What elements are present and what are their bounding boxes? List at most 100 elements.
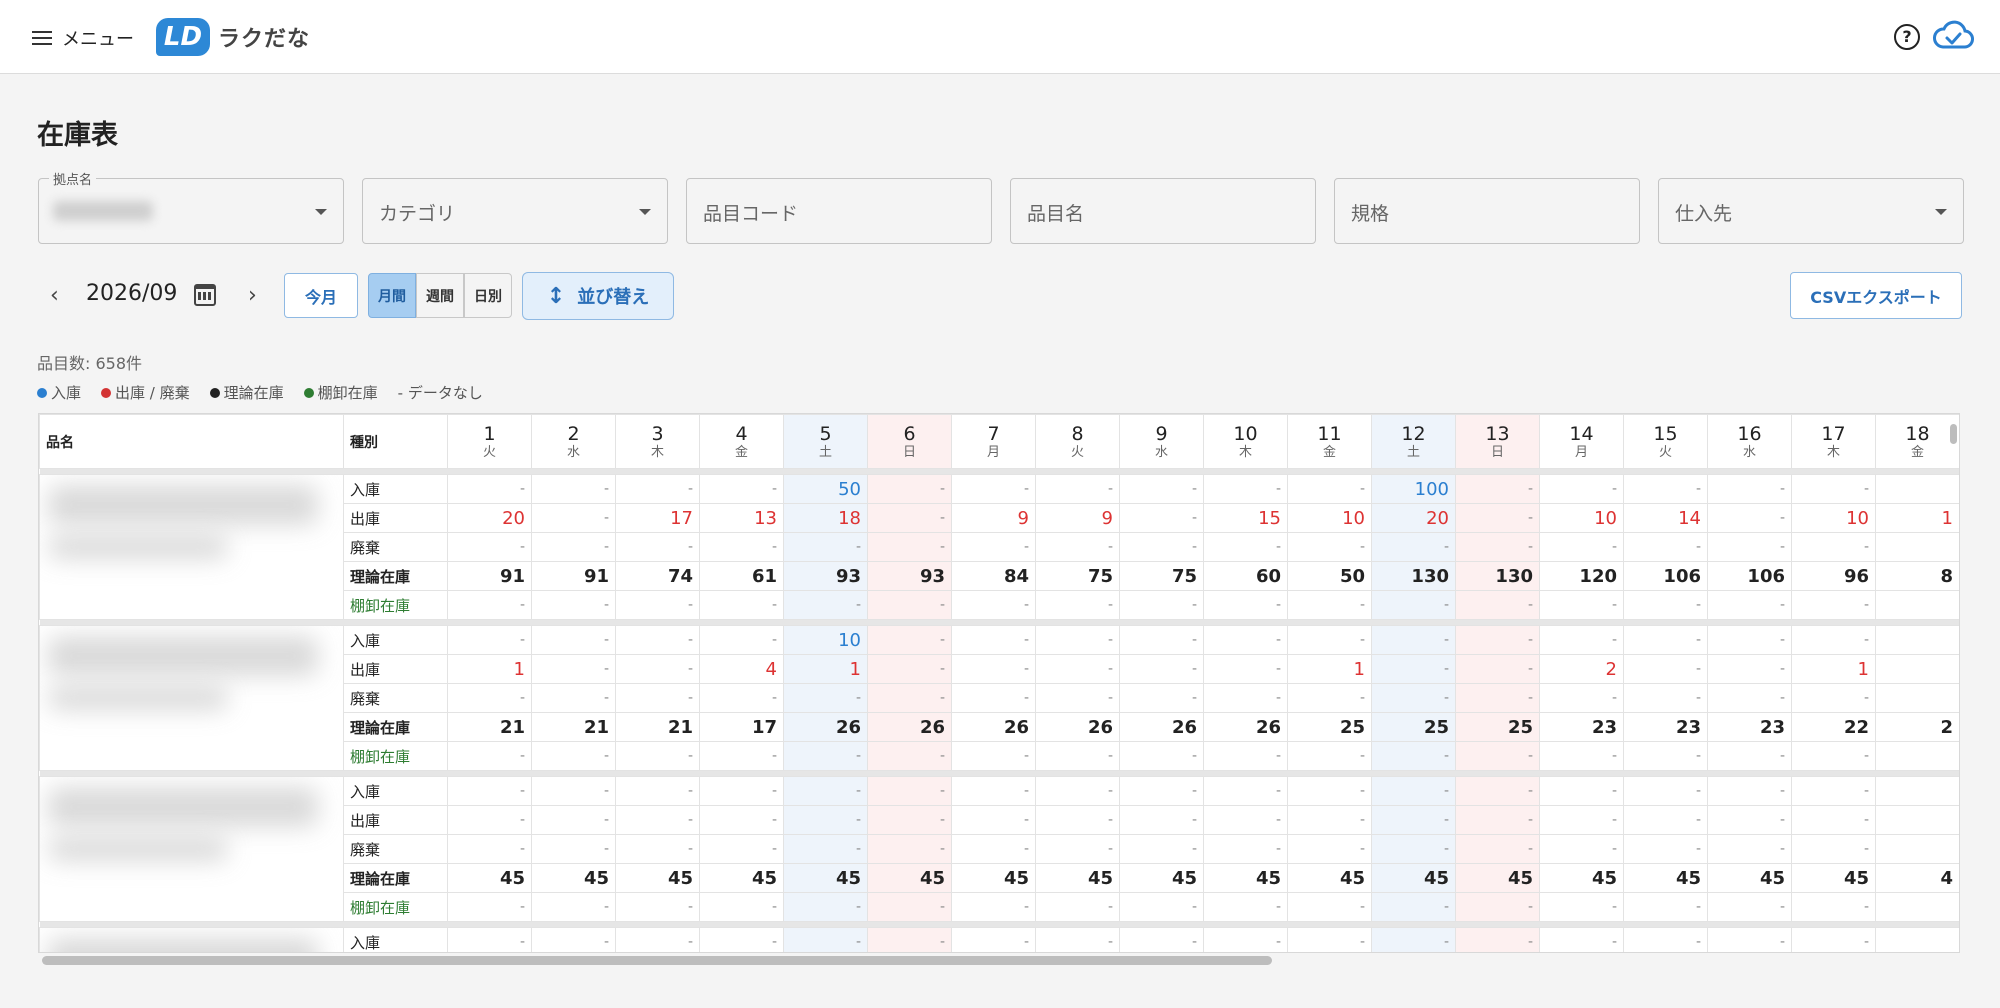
value-cell[interactable]: -: [1707, 654, 1792, 684]
value-cell[interactable]: -: [1707, 892, 1792, 922]
value-cell[interactable]: -: [1539, 474, 1624, 504]
value-cell[interactable]: -: [1791, 927, 1876, 952]
value-cell[interactable]: -: [1287, 805, 1372, 835]
value-cell[interactable]: -: [615, 532, 700, 562]
value-cell[interactable]: -: [1455, 683, 1540, 713]
spec-input[interactable]: 規格: [1334, 178, 1640, 244]
value-cell[interactable]: -: [531, 474, 616, 504]
value-cell[interactable]: -: [1791, 776, 1876, 806]
value-cell[interactable]: 50: [1287, 561, 1372, 591]
value-cell[interactable]: 50: [783, 474, 868, 504]
value-cell[interactable]: -: [531, 683, 616, 713]
value-cell[interactable]: -: [1035, 474, 1120, 504]
value-cell[interactable]: -: [1539, 927, 1624, 952]
value-cell[interactable]: -: [1287, 741, 1372, 771]
value-cell[interactable]: -: [1455, 532, 1540, 562]
value-cell[interactable]: 26: [951, 712, 1036, 742]
value-cell[interactable]: 9: [951, 503, 1036, 533]
value-cell[interactable]: -: [1791, 590, 1876, 620]
value-cell[interactable]: -: [867, 654, 952, 684]
value-cell[interactable]: [1875, 927, 1959, 952]
value-cell[interactable]: -: [1035, 834, 1120, 864]
value-cell[interactable]: -: [531, 590, 616, 620]
value-cell[interactable]: 26: [867, 712, 952, 742]
value-cell[interactable]: -: [867, 741, 952, 771]
value-cell[interactable]: -: [1707, 834, 1792, 864]
value-cell[interactable]: 60: [1203, 561, 1288, 591]
value-cell[interactable]: -: [1119, 776, 1204, 806]
value-cell[interactable]: -: [699, 590, 784, 620]
value-cell[interactable]: -: [783, 741, 868, 771]
value-cell[interactable]: -: [783, 683, 868, 713]
value-cell[interactable]: -: [867, 590, 952, 620]
value-cell[interactable]: -: [1371, 590, 1456, 620]
value-cell[interactable]: -: [1707, 805, 1792, 835]
vertical-scrollbar[interactable]: [1950, 424, 1957, 444]
this-month-button[interactable]: 今月: [284, 273, 358, 318]
value-cell[interactable]: -: [615, 474, 700, 504]
value-cell[interactable]: -: [1707, 741, 1792, 771]
value-cell[interactable]: -: [699, 625, 784, 655]
value-cell[interactable]: -: [447, 532, 532, 562]
value-cell[interactable]: 17: [699, 712, 784, 742]
value-cell[interactable]: -: [531, 503, 616, 533]
value-cell[interactable]: 26: [1119, 712, 1204, 742]
value-cell[interactable]: -: [1287, 834, 1372, 864]
value-cell[interactable]: -: [1791, 741, 1876, 771]
value-cell[interactable]: -: [1119, 892, 1204, 922]
value-cell[interactable]: 130: [1455, 561, 1540, 591]
value-cell[interactable]: -: [1119, 532, 1204, 562]
value-cell[interactable]: 45: [1791, 863, 1876, 893]
value-cell[interactable]: -: [1287, 590, 1372, 620]
calendar-icon[interactable]: [194, 284, 216, 306]
value-cell[interactable]: -: [1623, 834, 1708, 864]
value-cell[interactable]: -: [783, 805, 868, 835]
value-cell[interactable]: 1: [1875, 503, 1959, 533]
value-cell[interactable]: -: [1371, 741, 1456, 771]
value-cell[interactable]: -: [699, 805, 784, 835]
value-cell[interactable]: -: [783, 532, 868, 562]
menu-button[interactable]: メニュー: [32, 22, 134, 54]
value-cell[interactable]: -: [951, 532, 1036, 562]
value-cell[interactable]: -: [783, 776, 868, 806]
value-cell[interactable]: -: [867, 683, 952, 713]
value-cell[interactable]: -: [1539, 741, 1624, 771]
view-daily-tab[interactable]: 日別: [464, 273, 512, 318]
item-code-input[interactable]: 品目コード: [686, 178, 992, 244]
value-cell[interactable]: -: [1119, 834, 1204, 864]
value-cell[interactable]: -: [1539, 683, 1624, 713]
value-cell[interactable]: -: [1119, 805, 1204, 835]
value-cell[interactable]: -: [699, 532, 784, 562]
value-cell[interactable]: -: [1035, 590, 1120, 620]
value-cell[interactable]: -: [1707, 503, 1792, 533]
value-cell[interactable]: -: [867, 474, 952, 504]
value-cell[interactable]: -: [1455, 503, 1540, 533]
value-cell[interactable]: -: [1203, 590, 1288, 620]
value-cell[interactable]: -: [1203, 683, 1288, 713]
value-cell[interactable]: -: [1539, 625, 1624, 655]
value-cell[interactable]: -: [1623, 654, 1708, 684]
value-cell[interactable]: 45: [951, 863, 1036, 893]
value-cell[interactable]: -: [615, 927, 700, 952]
item-name-cell[interactable]: [39, 625, 344, 771]
value-cell[interactable]: 45: [531, 863, 616, 893]
value-cell[interactable]: -: [1371, 927, 1456, 952]
value-cell[interactable]: 17: [615, 503, 700, 533]
value-cell[interactable]: 45: [1455, 863, 1540, 893]
value-cell[interactable]: -: [531, 654, 616, 684]
value-cell[interactable]: -: [1035, 805, 1120, 835]
value-cell[interactable]: 93: [783, 561, 868, 591]
value-cell[interactable]: -: [1371, 683, 1456, 713]
value-cell[interactable]: 26: [783, 712, 868, 742]
value-cell[interactable]: -: [1203, 927, 1288, 952]
value-cell[interactable]: -: [615, 741, 700, 771]
value-cell[interactable]: -: [447, 892, 532, 922]
value-cell[interactable]: -: [1623, 683, 1708, 713]
value-cell[interactable]: -: [1203, 532, 1288, 562]
value-cell[interactable]: -: [699, 741, 784, 771]
value-cell[interactable]: -: [1707, 590, 1792, 620]
value-cell[interactable]: 8: [1875, 561, 1959, 591]
value-cell[interactable]: -: [1035, 776, 1120, 806]
value-cell[interactable]: -: [1287, 927, 1372, 952]
value-cell[interactable]: -: [951, 927, 1036, 952]
